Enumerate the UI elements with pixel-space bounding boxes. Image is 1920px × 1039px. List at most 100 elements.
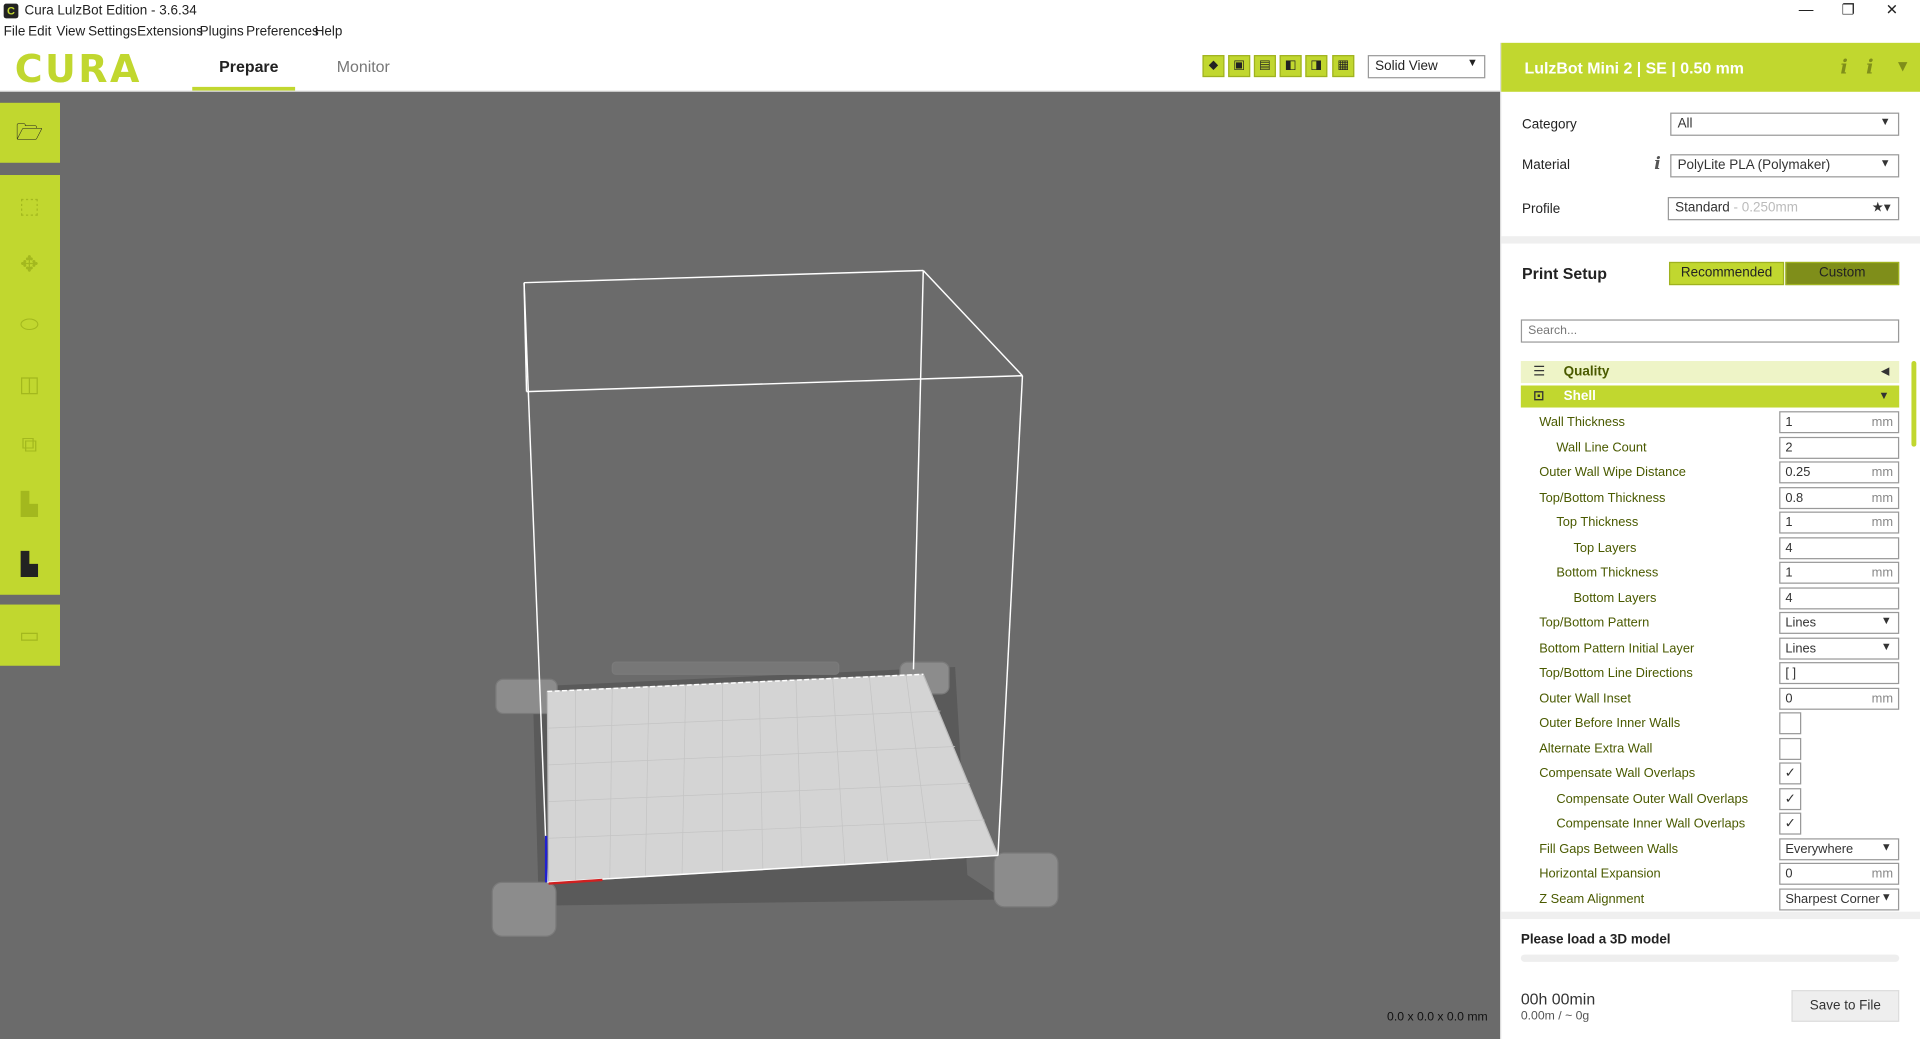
setting-label: Horizontal Expansion <box>1539 866 1661 882</box>
category-select[interactable]: All ▼ <box>1670 112 1900 136</box>
printer-name[interactable]: LulzBot Mini 2 | SE | 0.50 mm <box>1525 59 1744 77</box>
chevron-down-icon: ▼ <box>1880 840 1892 853</box>
3d-viewport[interactable]: 0.0 x 0.0 x 0.0 mm <box>0 91 1501 1039</box>
setting-checkbox[interactable] <box>1779 737 1802 760</box>
chevron-down-icon: ▼ <box>1878 389 1890 402</box>
info-icon[interactable]: i <box>1654 154 1661 174</box>
app-icon: C <box>3 3 19 19</box>
setting-unit: mm <box>1871 690 1894 706</box>
open-file-button[interactable]: 🗁 <box>0 102 61 163</box>
profile-select[interactable]: Standard - 0.250mm ★▾ <box>1667 197 1900 221</box>
setting-select[interactable]: Lines ▼ <box>1779 636 1900 660</box>
category-shell[interactable]: ⊡ Shell ▼ <box>1520 385 1900 408</box>
close-icon[interactable]: ✕ <box>1886 1 1898 18</box>
tab-prepare[interactable]: Prepare <box>219 58 278 76</box>
setting-label: Bottom Layers <box>1573 590 1657 606</box>
setting-checkbox[interactable] <box>1779 712 1802 735</box>
setting-row: Compensate Wall Overlaps ✓ <box>1521 761 1899 785</box>
menu-extensions[interactable]: Extensions <box>137 24 203 39</box>
setting-input[interactable]: 4 <box>1779 536 1900 559</box>
info-icon[interactable]: i <box>1840 55 1847 78</box>
restore-icon[interactable]: ❐ <box>1842 1 1855 18</box>
tool-panel: ⬚ ✥ ⬭ ◫ ⧉ ▙ ▙ <box>0 175 61 595</box>
menu-help[interactable]: Help <box>315 24 343 39</box>
setting-checkbox[interactable]: ✓ <box>1779 812 1802 835</box>
mirror-icon[interactable]: ◫ <box>15 371 44 398</box>
setting-label: Wall Thickness <box>1539 414 1625 430</box>
setting-select[interactable]: Everywhere ▼ <box>1779 837 1900 860</box>
setting-label: Top/Bottom Line Directions <box>1539 665 1693 681</box>
setting-input[interactable]: 4 <box>1779 586 1900 609</box>
menu-plugins[interactable]: Plugins <box>200 24 244 39</box>
category-label: Category <box>1522 117 1577 133</box>
custom-button[interactable]: Custom <box>1785 261 1900 286</box>
setting-label: Alternate Extra Wall <box>1539 741 1653 756</box>
setting-label: Top/Bottom Thickness <box>1539 490 1666 505</box>
setting-label: Outer Wall Wipe Distance <box>1539 465 1686 480</box>
front-view-icon[interactable]: ▣ <box>1228 55 1251 78</box>
translate-icon[interactable]: ⬚ <box>15 192 44 219</box>
setting-value: 1 <box>1785 565 1793 581</box>
chevron-down-icon: ▼ <box>1880 890 1892 903</box>
menu-preferences[interactable]: Preferences <box>246 24 319 39</box>
view-mode-select[interactable]: Solid View ▼ <box>1367 55 1486 79</box>
setting-row: Wall Line Count 2 <box>1521 435 1900 459</box>
recommended-button[interactable]: Recommended <box>1668 261 1785 286</box>
tab-monitor[interactable]: Monitor <box>337 58 390 76</box>
setting-value: 0 <box>1785 866 1793 882</box>
left-view-icon[interactable]: ◧ <box>1279 55 1302 78</box>
setting-input[interactable]: 0 mm <box>1779 862 1900 885</box>
open-file-icon: 🗁 <box>15 119 44 145</box>
setting-unit: mm <box>1871 565 1894 581</box>
setting-row: Top Thickness 1 mm <box>1521 510 1900 534</box>
menu-bar: File Edit View Settings Extensions Plugi… <box>0 22 1920 43</box>
setting-input[interactable]: 0.25 mm <box>1779 461 1900 484</box>
setting-checkbox[interactable]: ✓ <box>1779 787 1802 810</box>
setting-value: 2 <box>1785 439 1793 455</box>
layflat-button[interactable]: ▭ <box>0 604 61 666</box>
setting-row: Outer Wall Inset 0 mm <box>1521 686 1900 710</box>
support-blocker-icon[interactable]: ▙ <box>15 551 44 578</box>
material-select[interactable]: PolyLite PLA (Polymaker) ▼ <box>1670 154 1900 178</box>
info-icon[interactable]: i <box>1866 55 1873 78</box>
right-view-icon[interactable]: ◨ <box>1305 55 1328 78</box>
setting-label: Wall Line Count <box>1556 439 1647 455</box>
chevron-down-icon: ▼ <box>1879 115 1891 128</box>
section-divider <box>1501 236 1920 244</box>
top-view-icon[interactable]: ▤ <box>1253 55 1276 78</box>
setting-row: Top/Bottom Line Directions [ ] <box>1521 661 1900 685</box>
scale-icon[interactable]: ⬭ <box>15 311 44 338</box>
settings-search-input[interactable]: Search... <box>1520 319 1900 343</box>
setting-input[interactable]: 2 <box>1779 436 1900 459</box>
settings-panel: LulzBot Mini 2 | SE | 0.50 mm i i ▼ Cate… <box>1500 42 1920 1039</box>
setting-row: Bottom Pattern Initial Layer Lines ▼ <box>1521 636 1900 660</box>
setting-input[interactable]: 0 mm <box>1779 687 1900 710</box>
3d-view-icon[interactable]: ◆ <box>1202 55 1225 78</box>
setting-input[interactable]: 1 mm <box>1779 511 1900 534</box>
category-quality[interactable]: ☰ Quality ◀ <box>1520 361 1900 384</box>
menu-edit[interactable]: Edit <box>28 24 51 39</box>
move-icon[interactable]: ✥ <box>15 251 44 278</box>
setting-select[interactable]: Lines ▼ <box>1779 611 1900 634</box>
save-to-file-button[interactable]: Save to File <box>1791 990 1900 1022</box>
setting-unit: mm <box>1871 866 1894 882</box>
setting-label: Top Thickness <box>1556 515 1639 530</box>
setting-checkbox[interactable]: ✓ <box>1779 762 1802 785</box>
rotate-icon[interactable]: ⧉ <box>15 431 44 458</box>
minimize-icon[interactable]: — <box>1799 1 1814 18</box>
xray-view-icon[interactable]: ▦ <box>1332 55 1355 78</box>
build-volume-render <box>491 269 1059 937</box>
per-model-settings-icon[interactable]: ▙ <box>15 491 44 518</box>
chevron-down-icon[interactable]: ▼ <box>1898 60 1907 73</box>
setting-input[interactable]: [ ] <box>1779 662 1900 685</box>
menu-file[interactable]: File <box>4 24 26 39</box>
setting-input[interactable]: 0.8 mm <box>1779 486 1900 509</box>
setting-row: Bottom Thickness 1 mm <box>1521 561 1900 585</box>
setting-input[interactable]: 1 mm <box>1779 411 1900 434</box>
setting-label: Fill Gaps Between Walls <box>1539 841 1679 857</box>
menu-settings[interactable]: Settings <box>88 24 137 39</box>
menu-view[interactable]: View <box>56 24 85 39</box>
settings-scrollbar[interactable] <box>1911 361 1917 447</box>
setting-input[interactable]: 1 mm <box>1779 561 1900 584</box>
setting-select[interactable]: Sharpest Corner ▼ <box>1779 887 1900 910</box>
